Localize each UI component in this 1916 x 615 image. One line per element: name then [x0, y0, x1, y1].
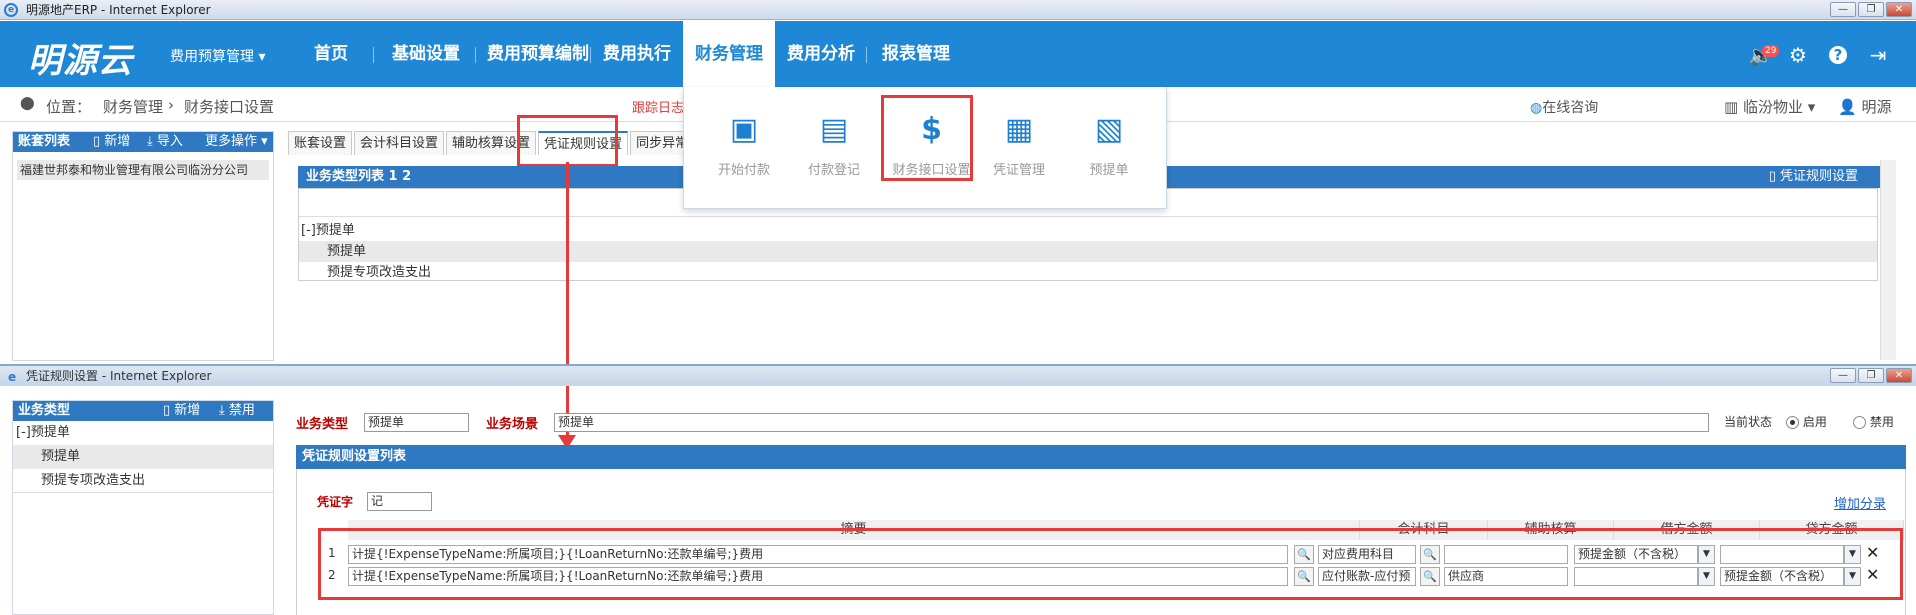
maximize-button[interactable]: ❐: [1858, 2, 1884, 17]
settings-tabs: 账套设置 会计科目设置 辅助核算设置 凭证规则设置 同步异常日: [288, 131, 709, 155]
register-icon: ▤: [819, 111, 849, 147]
consult-link[interactable]: ◍在线咨询: [1530, 97, 1598, 117]
notification-badge: 29: [1762, 45, 1780, 57]
building-icon: ▥: [1724, 98, 1739, 116]
rule-list-header: 凭证规则设置列表: [296, 445, 1906, 469]
browser-title: 明源地产ERP - Internet Explorer: [26, 3, 211, 17]
ie-icon: e: [8, 370, 17, 384]
ie-icon: e: [4, 3, 18, 17]
biz-scene-input[interactable]: 预提单: [554, 413, 1709, 432]
menu-payment-register[interactable]: ▤ 付款登记: [794, 109, 874, 179]
nav-basic-settings[interactable]: 基础设置: [378, 21, 474, 87]
breadcrumb-prefix: 位置：: [46, 98, 92, 116]
close-button[interactable]: ✕: [1886, 2, 1912, 17]
top-navigation: 明源云 费用预算管理 ▾ 首页 基础设置 费用预算编制 费用执行 财务管理 费用…: [0, 21, 1916, 87]
headset-icon: ◍: [1530, 100, 1543, 116]
highlight-table: [318, 528, 1903, 600]
tree-leaf[interactable]: 预提专项改造支出: [299, 262, 1877, 283]
account-item[interactable]: 福建世邦泰和物业管理有限公司临汾分公司: [17, 160, 269, 180]
user-icon: 👤: [1838, 98, 1857, 116]
breadcrumb-item-interface: 财务接口设置: [184, 98, 275, 116]
tab-subject[interactable]: 会计科目设置: [354, 131, 445, 155]
add-biz-type-button[interactable]: ▯ 新增: [163, 401, 200, 421]
logout-icon[interactable]: ⇥: [1866, 43, 1890, 67]
location-pin-icon: ⬤: [20, 96, 35, 111]
biz-scene-label: 业务场景: [486, 417, 539, 432]
trace-log-link[interactable]: 跟踪日志: [632, 97, 684, 116]
menu-start-payment[interactable]: ▣ 开始付款: [704, 109, 784, 179]
disable-radio[interactable]: 禁用: [1853, 413, 1894, 430]
payment-icon: ▣: [729, 111, 759, 147]
nav-analysis[interactable]: 费用分析: [776, 21, 866, 87]
user-menu[interactable]: 👤 明源: [1838, 96, 1891, 117]
nav-expense-exec[interactable]: 费用执行: [592, 21, 682, 87]
tab-account[interactable]: 账套设置: [288, 131, 353, 155]
voucher-icon: ▦: [1004, 111, 1034, 147]
status-label: 当前状态: [1724, 415, 1773, 429]
company-selector[interactable]: ▥ 临汾物业 ▾: [1724, 96, 1815, 117]
biz-type-input[interactable]: 预提单: [364, 413, 469, 432]
voucher-word-input[interactable]: 记: [367, 492, 432, 511]
account-panel: 账套列表 ▯ 新增 ⤓ 导入 更多操作 ▾ 福建世邦泰和物业管理有限公司临汾分公…: [12, 131, 274, 361]
minimize-button[interactable]: —: [1830, 2, 1856, 17]
annotation-arrow: [566, 162, 569, 437]
nav-budget[interactable]: 费用预算编制: [478, 21, 598, 87]
nav-reports[interactable]: 报表管理: [870, 21, 962, 87]
dialog-close-button[interactable]: ✕: [1886, 368, 1912, 383]
highlight-tab: [517, 115, 618, 167]
tree-leaf[interactable]: 预提单: [299, 241, 1877, 262]
biz-type-header: 业务类型 ▯ 新增 ⤓ 禁用: [13, 401, 273, 421]
breadcrumb-item-finance[interactable]: 财务管理: [103, 96, 163, 117]
gear-icon[interactable]: ⚙: [1786, 43, 1810, 67]
dialog-maximize-button[interactable]: ❐: [1858, 368, 1884, 383]
accrual-icon: ▧: [1094, 111, 1124, 147]
tree-leaf[interactable]: 预提单: [13, 445, 273, 469]
disable-biz-type-button[interactable]: ⤓ 禁用: [219, 401, 255, 421]
more-actions-button[interactable]: 更多操作 ▾: [205, 132, 268, 152]
biz-type-label: 业务类型: [296, 417, 349, 432]
nav-home[interactable]: 首页: [296, 21, 366, 87]
account-panel-header: 账套列表 ▯ 新增 ⤓ 导入 更多操作 ▾: [13, 132, 273, 152]
tree-leaf[interactable]: 预提专项改造支出: [13, 469, 273, 493]
menu-accrual[interactable]: ▧ 预提单: [1069, 109, 1149, 179]
tree-node[interactable]: [-]预提单: [299, 220, 1877, 241]
menu-voucher-manage[interactable]: ▦ 凭证管理: [979, 109, 1059, 179]
module-selector[interactable]: 费用预算管理 ▾: [170, 46, 265, 66]
help-icon[interactable]: ?: [1826, 46, 1850, 64]
scrollbar[interactable]: [1880, 160, 1896, 360]
nav-finance[interactable]: 财务管理: [683, 21, 775, 87]
voucher-word-label: 凭证字: [317, 495, 354, 509]
logo: 明源云: [28, 41, 133, 81]
dialog-minimize-button[interactable]: —: [1830, 368, 1856, 383]
import-button[interactable]: ⤓ 导入: [147, 132, 183, 152]
dialog-titlebar: e 凭证规则设置 - Internet Explorer — ❐ ✕: [0, 364, 1916, 386]
rule-setting-button[interactable]: ▯ 凭证规则设置: [1769, 166, 1858, 188]
dialog-title: 凭证规则设置 - Internet Explorer: [26, 369, 212, 383]
add-account-button[interactable]: ▯ 新增: [93, 132, 130, 152]
biz-type-panel: 业务类型 ▯ 新增 ⤓ 禁用 [-]预提单 预提单 预提专项改造支出: [12, 400, 274, 615]
browser-titlebar: e 明源地产ERP - Internet Explorer — ❐ ✕: [0, 0, 1916, 20]
enable-radio[interactable]: 启用: [1786, 413, 1827, 430]
highlight-menu: [881, 95, 973, 181]
add-entry-link[interactable]: 增加分录: [1834, 493, 1886, 512]
tree-node[interactable]: [-]预提单: [13, 421, 273, 445]
